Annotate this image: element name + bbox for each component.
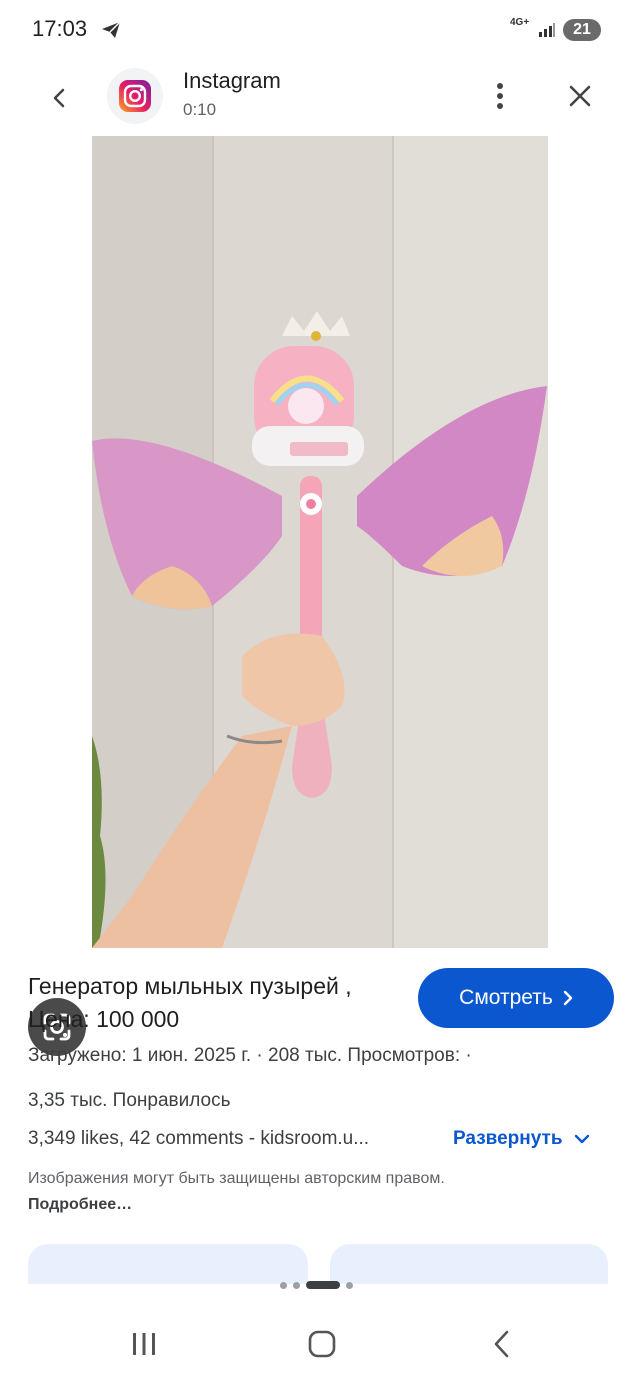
recents-icon [133,1333,155,1355]
network-label: 4G+ [510,17,530,28]
learn-more-link[interactable]: Подробнее… [28,1196,132,1213]
home-icon [308,1330,336,1358]
close-icon [569,85,591,107]
page-dot [346,1281,353,1289]
back-arrow-icon [53,88,65,108]
battery-badge: 21 [563,19,601,41]
more-options-button[interactable] [484,76,516,116]
source-name[interactable]: Instagram [183,68,281,94]
status-bar: 17:03 4G+ 21 [0,0,640,60]
expand-label: Развернуть [453,1128,563,1149]
result-title: Генератор мыльных пузырей , Цена: 100 00… [28,973,352,1032]
page-dot-active [306,1281,340,1289]
likes-meta: 3,35 тыс. Понравилось [28,1090,231,1111]
signal-icon [538,22,556,43]
expand-link[interactable]: Развернуть [453,1128,590,1150]
status-time: 17:03 [32,16,88,41]
system-nav-bar [0,1300,640,1386]
chevron-down-icon [574,1134,590,1144]
copyright-text: Изображения могут быть защищены авторски… [28,1170,445,1187]
instagram-logo-icon [119,80,151,112]
back-button[interactable] [40,78,80,118]
more-vert-icon [497,83,503,109]
page-dot [293,1281,300,1289]
recents-button[interactable] [120,1322,168,1366]
telegram-icon [100,19,122,46]
page-indicator [280,1280,353,1290]
nav-back-button[interactable] [478,1322,526,1366]
home-button[interactable] [298,1322,346,1366]
media-preview[interactable] [0,136,640,1056]
related-chip[interactable] [28,1244,308,1284]
watch-button[interactable]: Смотреть [418,968,614,1028]
chevron-right-icon [563,990,573,1006]
source-avatar[interactable] [107,68,163,124]
copyright-notice: Изображения могут быть защищены авторски… [28,1166,548,1218]
video-duration: 0:10 [183,100,217,119]
watch-button-label: Смотреть [459,986,553,1009]
related-chip[interactable] [330,1244,608,1284]
page-dot [280,1281,287,1289]
back-icon [494,1330,509,1358]
upload-meta: Загружено: 1 июн. 2025 г. · 208 тыс. Про… [28,1045,472,1066]
close-button[interactable] [560,76,600,116]
viewer-top-bar: Instagram 0:10 [0,60,640,136]
preview-image[interactable] [92,136,548,948]
